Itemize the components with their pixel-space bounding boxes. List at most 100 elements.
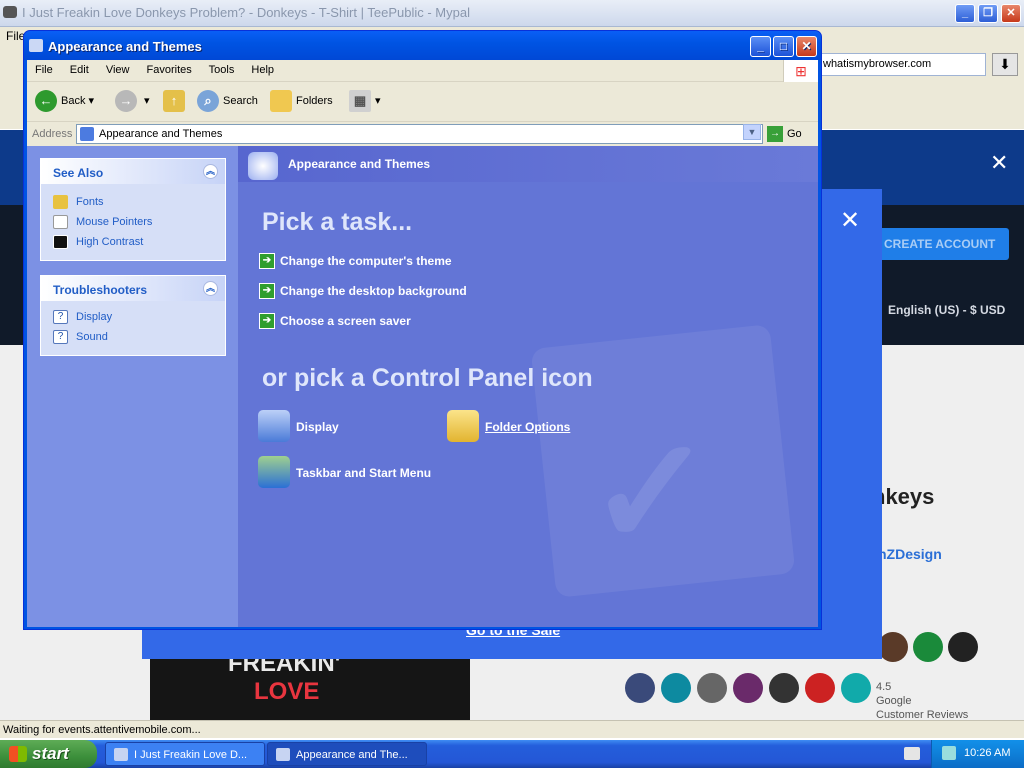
menu-file[interactable]: File: [35, 64, 53, 76]
network-icon[interactable]: [942, 746, 956, 760]
pick-task-heading: Pick a task...: [262, 208, 413, 236]
collapse-chevron-icon[interactable]: ︽: [203, 164, 218, 179]
browser-app-icon: [114, 748, 128, 761]
menu-help[interactable]: Help: [251, 64, 274, 76]
taskbar-item-label: Appearance and The...: [296, 749, 408, 761]
folders-label: Folders: [296, 95, 333, 107]
rating-source: Google: [876, 695, 912, 707]
troubleshooters-panel: Troubleshooters ︽ ? Display ? Sound: [40, 275, 226, 356]
banner-close-icon[interactable]: ✕: [990, 150, 1008, 176]
taskbar-item-appearance[interactable]: Appearance and The...: [267, 742, 427, 766]
troubleshooter-display[interactable]: ? Display: [41, 307, 225, 327]
back-label: Back: [61, 95, 86, 107]
clock[interactable]: 10:26 AM: [964, 747, 1010, 759]
browser-title-text: I Just Freakin Love Donkeys Problem? - D…: [22, 5, 470, 20]
create-account-button[interactable]: CREATE ACCOUNT: [876, 228, 1009, 260]
start-button[interactable]: start: [0, 740, 97, 768]
fonts-folder-icon: [53, 195, 68, 209]
mouse-icon: [53, 215, 68, 229]
task-arrow-icon: ➔: [259, 283, 275, 299]
see-also-fonts[interactable]: Fonts: [41, 192, 225, 212]
color-swatch[interactable]: [841, 673, 871, 703]
menu-tools[interactable]: Tools: [209, 64, 235, 76]
color-swatch[interactable]: [697, 673, 727, 703]
color-swatch[interactable]: [948, 632, 978, 662]
color-swatch[interactable]: [913, 632, 943, 662]
task-screen-saver[interactable]: ➔ Choose a screen saver: [259, 312, 411, 330]
address-input[interactable]: Appearance and Themes: [76, 124, 763, 144]
search-button[interactable]: ⌕ Search: [197, 90, 258, 114]
browser-search-field[interactable]: whatismybrowser.com: [818, 53, 986, 76]
collapse-chevron-icon[interactable]: ︽: [203, 281, 218, 296]
color-swatch[interactable]: [878, 632, 908, 662]
cp-icon-folder-options[interactable]: Folder Options: [447, 410, 570, 444]
menu-view[interactable]: View: [106, 64, 130, 76]
forward-button[interactable]: → ▾: [115, 90, 150, 114]
browser-maximize-button[interactable]: ❐: [978, 4, 998, 23]
category-content: ✓ Appearance and Themes Pick a task... ➔…: [238, 146, 818, 627]
menu-favorites[interactable]: Favorites: [147, 64, 192, 76]
folders-icon: [270, 90, 292, 113]
task-label: Change the desktop background: [280, 284, 467, 298]
taskbar: start I Just Freakin Love D... Appearanc…: [0, 740, 1024, 768]
close-button[interactable]: ✕: [796, 36, 817, 57]
modal-close-icon[interactable]: ✕: [840, 206, 860, 235]
keyboard-icon[interactable]: [904, 747, 920, 760]
search-icon: ⌕: [197, 90, 219, 113]
watermark-check-icon: ✓: [588, 408, 714, 576]
sound-label: Sound: [76, 331, 108, 343]
folders-button[interactable]: Folders: [270, 90, 333, 114]
window-toolbar: ← Back ▾ → ▾ ↑ ⌕ Search Folders ▦ ▾: [27, 82, 818, 122]
browser-app-icon: [3, 6, 17, 18]
views-button[interactable]: ▦ ▾: [349, 90, 381, 114]
menu-edit[interactable]: Edit: [70, 64, 89, 76]
color-swatch[interactable]: [769, 673, 799, 703]
taskbar-item-browser[interactable]: I Just Freakin Love D...: [105, 742, 265, 766]
task-arrow-icon: ➔: [259, 253, 275, 269]
folder-options-label: Folder Options: [485, 420, 571, 434]
browser-minimize-button[interactable]: _: [955, 4, 975, 23]
browser-close-button[interactable]: ✕: [1001, 4, 1021, 23]
search-label: Search: [223, 95, 258, 107]
color-swatch[interactable]: [625, 673, 655, 703]
appearance-themes-small-icon: [80, 127, 94, 141]
cp-icon-display[interactable]: Display: [258, 410, 339, 444]
taskbar-start-icon: [258, 456, 290, 488]
appearance-themes-window: Appearance and Themes _ □ ✕ File Edit Vi…: [23, 30, 822, 630]
up-folder-button[interactable]: ↑: [163, 90, 189, 114]
fonts-label: Fonts: [76, 196, 104, 208]
task-change-background[interactable]: ➔ Change the desktop background: [259, 282, 467, 300]
window-title: Appearance and Themes: [48, 39, 202, 54]
troubleshooters-header[interactable]: Troubleshooters ︽: [41, 276, 225, 301]
windows-logo-icon: ⊞: [783, 60, 818, 82]
display-label: Display: [76, 311, 113, 323]
go-button[interactable]: → Go: [767, 126, 802, 142]
color-swatch[interactable]: [805, 673, 835, 703]
designer-link[interactable]: nZDesign: [878, 546, 942, 562]
google-rating: 4.5 Google Customer Reviews: [876, 680, 968, 722]
back-button[interactable]: ← Back ▾: [35, 90, 94, 114]
forward-arrow-icon: →: [115, 90, 137, 113]
window-title-bar[interactable]: Appearance and Themes _ □ ✕: [24, 31, 821, 60]
display-icon: [258, 410, 290, 442]
color-swatch[interactable]: [733, 673, 763, 703]
browser-status-bar: Waiting for events.attentivemobile.com..…: [0, 720, 1024, 738]
see-also-high-contrast[interactable]: High Contrast: [41, 232, 225, 252]
cp-icon-taskbar-start-menu[interactable]: Taskbar and Start Menu: [258, 456, 431, 490]
windows-flag-icon: [9, 746, 27, 762]
window-menu-bar: File Edit View Favorites Tools Help ⊞: [27, 60, 818, 82]
back-arrow-icon: ←: [35, 90, 57, 113]
address-dropdown-icon[interactable]: ▼: [743, 124, 761, 140]
see-also-header[interactable]: See Also ︽: [41, 159, 225, 184]
maximize-button[interactable]: □: [773, 36, 794, 57]
task-change-theme[interactable]: ➔ Change the computer's theme: [259, 252, 452, 270]
go-label: Go: [787, 127, 802, 140]
display-label: Display: [296, 420, 339, 434]
see-also-mouse-pointers[interactable]: Mouse Pointers: [41, 212, 225, 232]
download-icon[interactable]: ⬇: [992, 53, 1018, 76]
language-selector[interactable]: English (US) - $ USD: [888, 303, 1005, 317]
color-swatch[interactable]: [661, 673, 691, 703]
see-also-title: See Also: [53, 166, 104, 180]
troubleshooter-sound[interactable]: ? Sound: [41, 327, 225, 347]
minimize-button[interactable]: _: [750, 36, 771, 57]
